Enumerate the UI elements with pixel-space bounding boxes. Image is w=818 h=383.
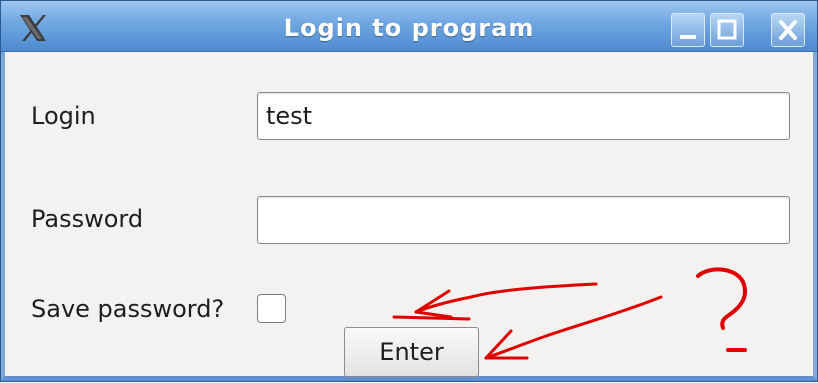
save-password-checkbox[interactable] bbox=[257, 294, 286, 323]
password-label: Password bbox=[31, 205, 144, 233]
login-window: Login to program Login test Password Sav… bbox=[0, 0, 818, 382]
maximize-button[interactable] bbox=[710, 13, 744, 47]
minimize-button[interactable] bbox=[671, 13, 705, 47]
close-button[interactable] bbox=[771, 13, 805, 47]
save-password-label: Save password? bbox=[31, 295, 225, 323]
password-input[interactable] bbox=[257, 196, 790, 244]
title-bar[interactable]: Login to program bbox=[1, 1, 817, 52]
login-input[interactable]: test bbox=[257, 92, 790, 140]
enter-button[interactable]: Enter bbox=[344, 327, 479, 377]
login-label: Login bbox=[31, 102, 96, 130]
